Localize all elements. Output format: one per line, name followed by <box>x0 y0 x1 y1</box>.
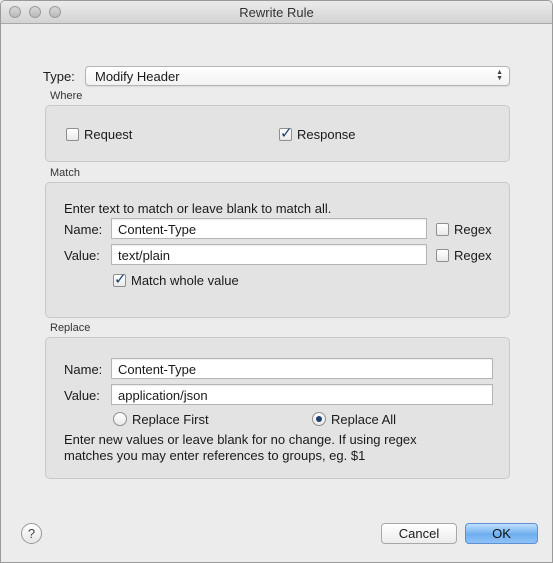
cancel-button[interactable]: Cancel <box>381 523 457 544</box>
replace-help-line-2: matches you may enter references to grou… <box>64 448 366 463</box>
match-section-label: Match <box>50 167 80 179</box>
match-name-field[interactable]: Content-Type <box>111 218 427 239</box>
request-label: Request <box>84 127 133 142</box>
checkmark-icon: ✓ <box>280 125 293 142</box>
replace-name-field[interactable]: Content-Type <box>111 358 493 379</box>
help-button[interactable]: ? <box>21 523 42 544</box>
type-label: Type: <box>43 69 75 84</box>
replace-first-label: Replace First <box>132 412 209 427</box>
replace-help-line-1: Enter new values or leave blank for no c… <box>64 432 417 447</box>
replace-section-label: Replace <box>50 322 91 334</box>
match-name-label: Name: <box>64 222 103 237</box>
type-select[interactable]: Modify Header ▲ ▼ <box>85 66 510 86</box>
match-value-regex-label: Regex <box>454 248 492 263</box>
response-checkbox[interactable]: ✓ <box>279 125 293 142</box>
ok-button[interactable]: OK <box>465 523 538 544</box>
replace-first-radio[interactable] <box>113 412 127 426</box>
where-section-label: Where <box>50 90 83 102</box>
replace-name-label: Name: <box>64 362 103 377</box>
title-bar: Rewrite Rule <box>1 1 552 24</box>
match-value-field[interactable]: text/plain <box>111 244 427 265</box>
rewrite-rule-dialog: Rewrite Rule Type: Modify Header ▲ ▼ Wher… <box>0 0 553 563</box>
request-checkbox[interactable] <box>66 128 79 141</box>
match-name-regex-label: Regex <box>454 222 492 237</box>
match-name-value: Content-Type <box>118 222 197 237</box>
response-label: Response <box>297 127 356 142</box>
match-group: Enter text to match or leave blank to ma… <box>45 182 510 318</box>
where-group: Request ✓ Response <box>45 105 510 162</box>
window-title: Rewrite Rule <box>239 5 314 20</box>
match-instruction: Enter text to match or leave blank to ma… <box>64 201 332 216</box>
checkmark-icon: ✓ <box>114 271 127 288</box>
replace-all-label: Replace All <box>331 412 397 427</box>
match-whole-value-checkbox[interactable]: ✓ <box>113 271 127 288</box>
replace-value-field[interactable]: application/json <box>111 384 493 405</box>
replace-value-value: application/json <box>118 388 208 403</box>
match-value-regex-checkbox[interactable] <box>436 249 449 262</box>
type-select-value: Modify Header <box>95 69 180 84</box>
match-name-regex-checkbox[interactable] <box>436 223 449 236</box>
select-arrows-icon: ▲ ▼ <box>496 69 503 82</box>
replace-all-radio[interactable] <box>312 412 326 426</box>
replace-group: Name: Content-Type Value: application/js… <box>45 337 510 479</box>
radio-selected-dot-icon <box>316 416 322 422</box>
match-whole-value-label: Match whole value <box>131 273 239 288</box>
match-value-label: Value: <box>64 248 100 263</box>
replace-name-value: Content-Type <box>118 362 197 377</box>
match-value-value: text/plain <box>118 248 171 263</box>
replace-value-label: Value: <box>64 388 100 403</box>
